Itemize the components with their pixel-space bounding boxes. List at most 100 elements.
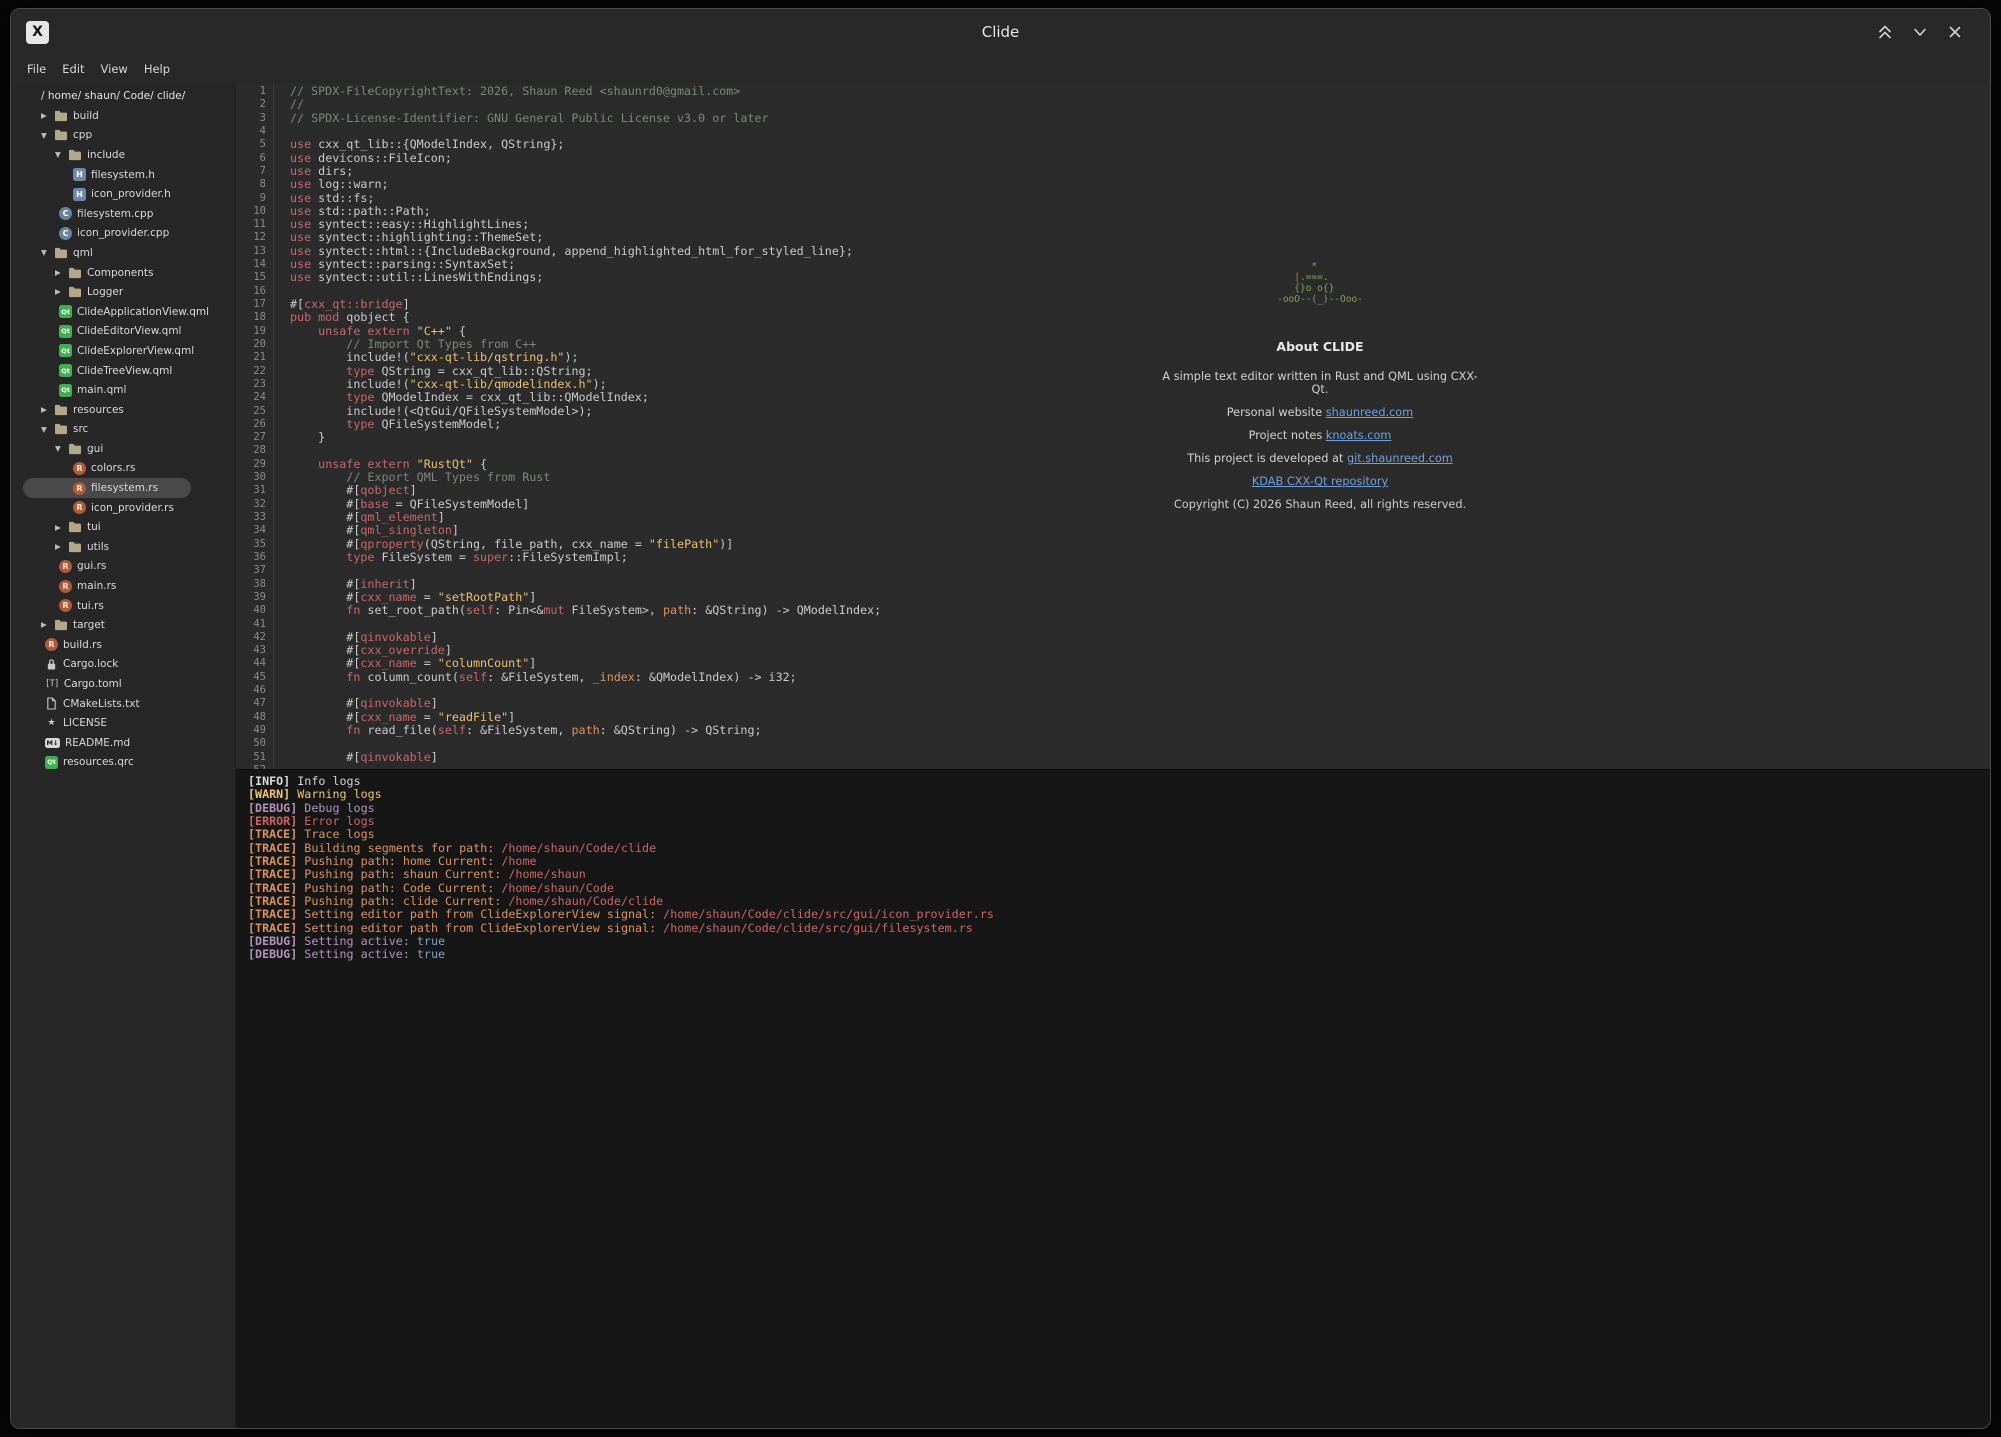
- tree-item-tui.rs[interactable]: Rtui.rs: [11, 596, 235, 616]
- about-heading: About CLIDE: [1160, 339, 1480, 354]
- file-icon-md: M↓: [45, 738, 60, 748]
- tree-item-gui[interactable]: ▼ gui: [11, 439, 235, 459]
- log-line: [DEBUG] Setting active: true: [248, 948, 1978, 961]
- line-number: 3: [236, 112, 266, 125]
- collapse-arrow-icon[interactable]: ▼: [55, 445, 68, 453]
- tree-item-label: LICENSE: [63, 717, 107, 729]
- tree-item-target[interactable]: ▶ target: [11, 615, 235, 635]
- content-area: 1234567891011121314151617181920212223242…: [236, 83, 1990, 1428]
- tree-item-label: qml: [73, 247, 93, 259]
- collapse-arrow-icon[interactable]: ▼: [41, 426, 54, 434]
- menu-item-view[interactable]: View: [93, 59, 136, 79]
- titlebar[interactable]: X Clide: [11, 9, 1990, 55]
- line-number: 46: [236, 684, 266, 697]
- menu-item-help[interactable]: Help: [136, 59, 178, 79]
- line-number: 32: [236, 498, 266, 511]
- tree-item-cpp[interactable]: ▼cpp: [11, 126, 235, 146]
- tree-item-colors.rs[interactable]: Rcolors.rs: [11, 459, 235, 479]
- tree-item-ClideTreeView.qml[interactable]: QtClideTreeView.qml: [11, 361, 235, 381]
- code-line: #[cxx_override]: [290, 644, 881, 657]
- code-line: // SPDX-FileCopyrightText: 2026, Shaun R…: [290, 85, 881, 98]
- tree-item-icon_provider.rs[interactable]: Ricon_provider.rs: [11, 498, 235, 518]
- tree-item-Cargo.lock[interactable]: Cargo.lock: [11, 655, 235, 675]
- window-shade-button[interactable]: [1876, 23, 1894, 41]
- window-close-button[interactable]: [1946, 23, 1964, 41]
- code-line: // SPDX-License-Identifier: GNU General …: [290, 112, 881, 125]
- tree-item-utils[interactable]: ▶utils: [11, 537, 235, 557]
- expand-arrow-icon[interactable]: ▶: [55, 524, 68, 532]
- code-line: type QModelIndex = cxx_qt_lib::QModelInd…: [290, 391, 881, 404]
- line-number: 39: [236, 591, 266, 604]
- line-number: 8: [236, 178, 266, 191]
- tree-item-build[interactable]: ▶build: [11, 106, 235, 126]
- expand-arrow-icon[interactable]: ▶: [41, 406, 54, 414]
- copyright-notice: Copyright (C) 2026 Shaun Reed, all right…: [1160, 498, 1480, 511]
- tree-item-filesystem.h[interactable]: Hfilesystem.h: [11, 165, 235, 185]
- tree-item-label: main.rs: [77, 580, 116, 592]
- tree-item-label: target: [73, 619, 105, 631]
- file-icon-toml: [T]: [45, 678, 59, 691]
- code-line: use syntect::highlighting::ThemeSet;: [290, 231, 881, 244]
- tree-item-tui[interactable]: ▶tui: [11, 517, 235, 537]
- tree-item-icon_provider.cpp[interactable]: Cicon_provider.cpp: [11, 224, 235, 244]
- expand-arrow-icon[interactable]: ▶: [41, 621, 54, 629]
- expand-arrow-icon[interactable]: ▶: [55, 543, 68, 551]
- tree-item-filesystem.cpp[interactable]: Cfilesystem.cpp: [11, 204, 235, 224]
- tree-item-ClideApplicationView.qml[interactable]: QtClideApplicationView.qml: [11, 302, 235, 322]
- expand-arrow-icon[interactable]: ▶: [41, 112, 54, 120]
- tree-item-icon_provider.h[interactable]: Hicon_provider.h: [11, 184, 235, 204]
- folder-icon: [68, 540, 82, 553]
- tree-item-LICENSE[interactable]: ★LICENSE: [11, 713, 235, 733]
- tree-item-filesystem.rs[interactable]: Rfilesystem.rs: [23, 478, 191, 498]
- code-line: use std::fs;: [290, 192, 881, 205]
- tree-item-Logger[interactable]: ▶Logger: [11, 282, 235, 302]
- code-line: fn read_file(self: &FileSystem, path: &Q…: [290, 724, 881, 737]
- line-number: 17: [236, 298, 266, 311]
- tree-item-CMakeLists.txt[interactable]: CMakeLists.txt: [11, 694, 235, 714]
- code-line: [290, 764, 881, 769]
- code-line: #[qml_singleton]: [290, 524, 881, 537]
- code-editor[interactable]: 1234567891011121314151617181920212223242…: [236, 83, 1990, 769]
- link-shaunreed[interactable]: shaunreed.com: [1326, 406, 1413, 419]
- collapse-arrow-icon[interactable]: ▼: [41, 132, 54, 140]
- line-number: 40: [236, 604, 266, 617]
- file-icon-h: H: [73, 188, 86, 201]
- collapse-arrow-icon[interactable]: ▼: [41, 249, 54, 257]
- link-knoats[interactable]: knoats.com: [1326, 429, 1392, 442]
- link-kdab-cxx-qt[interactable]: KDAB CXX-Qt repository: [1252, 475, 1388, 488]
- tree-item-ClideExplorerView.qml[interactable]: QtClideExplorerView.qml: [11, 341, 235, 361]
- menu-item-file[interactable]: File: [19, 59, 54, 79]
- tree-item-Cargo.toml[interactable]: [T]Cargo.toml: [11, 674, 235, 694]
- menu-item-edit[interactable]: Edit: [54, 59, 92, 79]
- tree-item-label: gui: [87, 443, 103, 455]
- line-number: 33: [236, 511, 266, 524]
- line-number: 14: [236, 258, 266, 271]
- tree-item-ClideEditorView.qml[interactable]: QtClideEditorView.qml: [11, 322, 235, 342]
- tree-item-resources.qrc[interactable]: Qtresources.qrc: [11, 753, 235, 773]
- tree-item-resources[interactable]: ▶resources: [11, 400, 235, 420]
- line-number: 29: [236, 458, 266, 471]
- link-git-shaunreed[interactable]: git.shaunreed.com: [1347, 452, 1453, 465]
- expand-arrow-icon[interactable]: ▶: [55, 288, 68, 296]
- tree-item-include[interactable]: ▼include: [11, 145, 235, 165]
- code-line: type QFileSystemModel;: [290, 418, 881, 431]
- tree-item-build.rs[interactable]: Rbuild.rs: [11, 635, 235, 655]
- code-line: use syntect::easy::HighlightLines;: [290, 218, 881, 231]
- collapse-arrow-icon[interactable]: ▼: [55, 151, 68, 159]
- file-icon-qt: Qt: [59, 325, 72, 338]
- tree-item-label: build.rs: [63, 639, 102, 651]
- tree-item-main.qml[interactable]: Qtmain.qml: [11, 380, 235, 400]
- tree-item-qml[interactable]: ▼ qml: [11, 243, 235, 263]
- expand-arrow-icon[interactable]: ▶: [55, 269, 68, 277]
- tree-item-gui.rs[interactable]: Rgui.rs: [11, 557, 235, 577]
- line-number: 34: [236, 524, 266, 537]
- log-console[interactable]: [INFO] Info logs[WARN] Warning logs[DEBU…: [236, 769, 1990, 1428]
- window-minimize-button[interactable]: [1911, 23, 1929, 41]
- line-number: 20: [236, 338, 266, 351]
- tree-item-main.rs[interactable]: Rmain.rs: [11, 576, 235, 596]
- tree-item-README.md[interactable]: M↓README.md: [11, 733, 235, 753]
- tree-item-Components[interactable]: ▶Components: [11, 263, 235, 283]
- code-line: unsafe extern "C++" {: [290, 325, 881, 338]
- code-line: #[base = QFileSystemModel]: [290, 498, 881, 511]
- tree-item-src[interactable]: ▼src: [11, 420, 235, 440]
